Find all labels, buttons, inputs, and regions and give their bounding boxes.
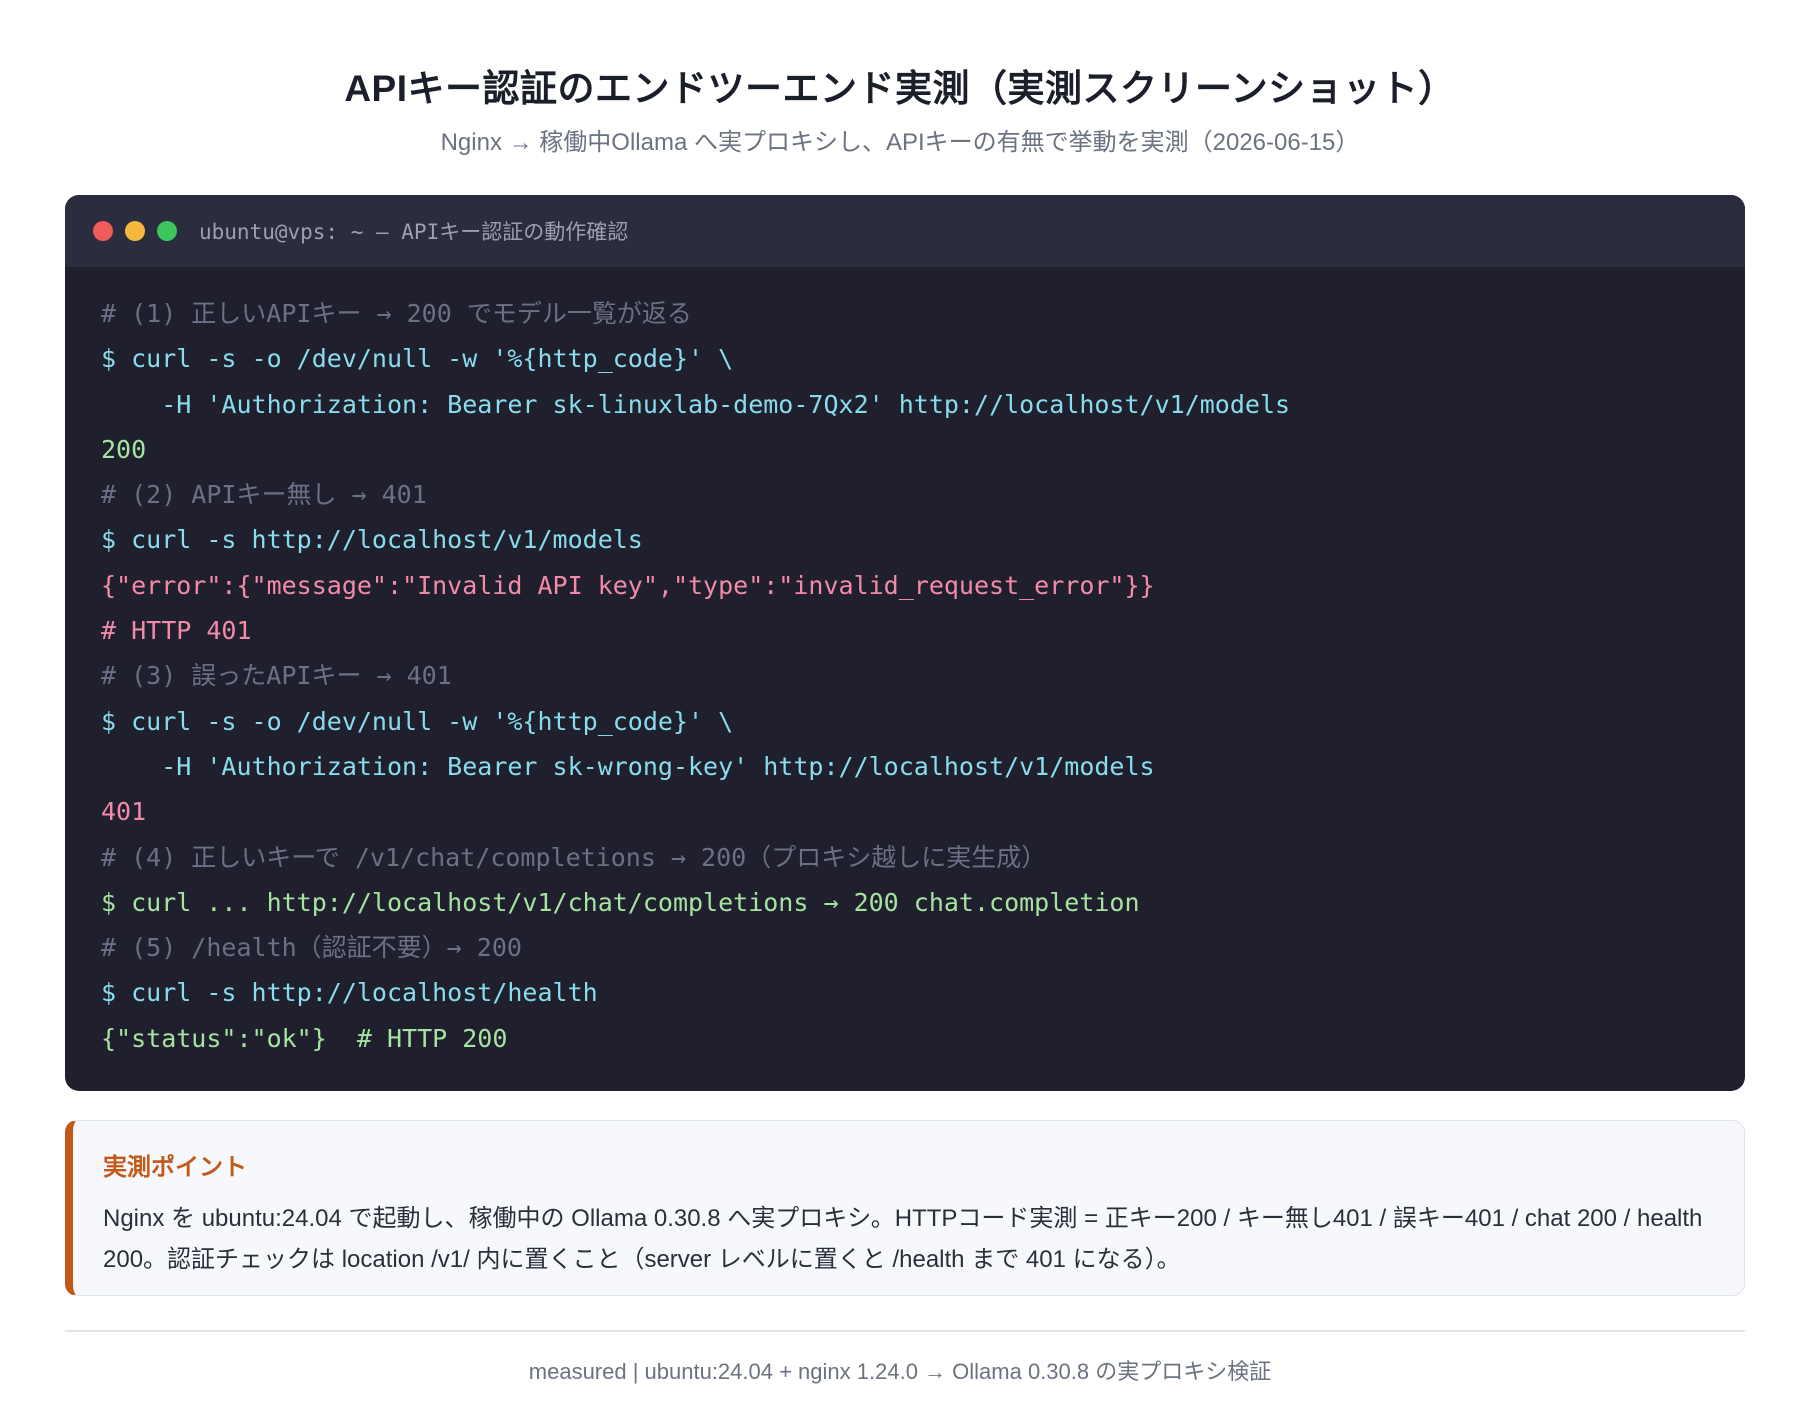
terminal-comment-line: # (2) APIキー無し → 401 xyxy=(101,480,427,510)
terminal-comment-line: # (5) /health（認証不要）→ 200 xyxy=(101,933,522,963)
terminal-command-line: $ curl -s http://localhost/v1/models xyxy=(101,525,643,555)
terminal-titlebar: ubuntu@vps: ~ — APIキー認証の動作確認 xyxy=(65,195,1745,267)
terminal-error-line: # HTTP 401 xyxy=(101,616,252,646)
callout-body: Nginx を ubuntu:24.04 で起動し、稼働中の Ollama 0.… xyxy=(103,1205,1703,1273)
terminal-title: ubuntu@vps: ~ — APIキー認証の動作確認 xyxy=(199,220,629,244)
terminal-output: # (1) 正しいAPIキー → 200 でモデル一覧が返る $ curl -s … xyxy=(65,267,1745,1061)
terminal-error-line: 401 xyxy=(101,797,147,827)
terminal-comment-line: # (4) 正しいキーで /v1/chat/completions → 200（… xyxy=(101,842,1047,872)
terminal-comment-line: # (3) 誤ったAPIキー → 401 xyxy=(101,661,452,691)
footer-divider xyxy=(65,1330,1745,1332)
terminal-success-line: {"status":"ok"} # HTTP 200 xyxy=(101,1023,508,1053)
measurement-callout: 実測ポイント Nginx を ubuntu:24.04 で起動し、稼働中の Ol… xyxy=(65,1120,1745,1296)
page-title: APIキー認証のエンドツーエンド実測（実測スクリーンショット） xyxy=(344,68,1456,109)
page-subtitle: Nginx → 稼働中Ollama へ実プロキシし、APIキーの有無で挙動を実測… xyxy=(440,129,1360,156)
callout-heading: 実測ポイント xyxy=(103,1154,247,1181)
terminal-command-line: $ curl -s http://localhost/health xyxy=(101,978,598,1008)
terminal-success-line: $ curl ... http://localhost/v1/chat/comp… xyxy=(101,887,1140,917)
terminal-command-line: $ curl -s -o /dev/null -w '%{http_code}'… xyxy=(101,706,734,736)
minimize-window-button[interactable] xyxy=(125,221,145,241)
footer-note: measured | ubuntu:24.04 + nginx 1.24.0 →… xyxy=(528,1359,1272,1384)
terminal-window: ubuntu@vps: ~ — APIキー認証の動作確認 # (1) 正しいAP… xyxy=(65,195,1745,1091)
maximize-window-button[interactable] xyxy=(157,221,177,241)
terminal-command-line: -H 'Authorization: Bearer sk-wrong-key' … xyxy=(101,751,1155,781)
terminal-command-line: $ curl -s -o /dev/null -w '%{http_code}'… xyxy=(101,344,734,374)
terminal-command-line: -H 'Authorization: Bearer sk-linuxlab-de… xyxy=(101,389,1291,419)
terminal-comment-line: # (1) 正しいAPIキー → 200 でモデル一覧が返る xyxy=(101,299,692,328)
terminal-error-line: {"error":{"message":"Invalid API key","t… xyxy=(101,570,1155,600)
close-window-button[interactable] xyxy=(93,221,113,241)
terminal-success-line: 200 xyxy=(101,434,147,464)
